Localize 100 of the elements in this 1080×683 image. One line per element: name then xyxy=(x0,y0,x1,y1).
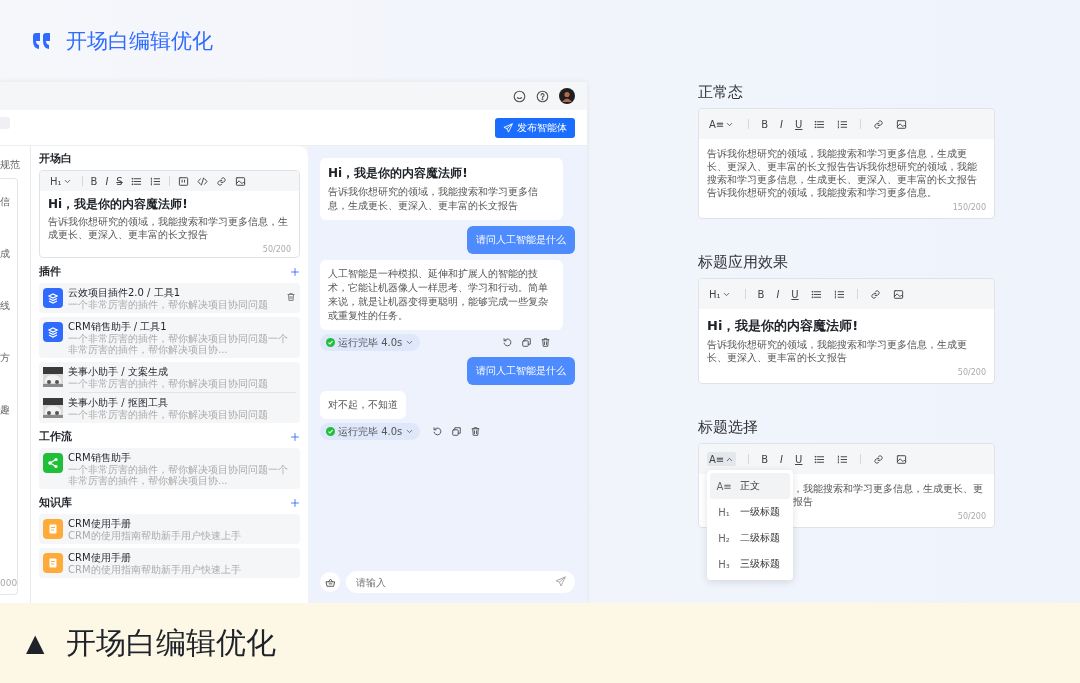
editor-text: 告诉我你想研究的领域，我能搜索和学习更多信息，生成更长、更深入、更丰富的长文报告 xyxy=(48,215,289,241)
copy-button[interactable] xyxy=(521,337,532,348)
underline-button[interactable]: U xyxy=(795,117,803,131)
menu-option[interactable]: A≡ 正文 xyxy=(710,473,790,499)
menu-option[interactable]: H₃ 三级标题 xyxy=(710,551,790,577)
send-icon xyxy=(503,122,513,133)
add-button[interactable] xyxy=(290,432,300,442)
link-button[interactable] xyxy=(869,287,881,301)
heading-style-selector[interactable]: H₁ xyxy=(48,174,74,188)
retry-button[interactable] xyxy=(432,426,444,437)
item-name: CRM使用手册 xyxy=(68,517,132,530)
message-input[interactable]: 请输入 xyxy=(346,571,575,593)
help-button[interactable] xyxy=(536,89,549,103)
plus-icon xyxy=(290,432,300,442)
side-text: 方 xyxy=(0,351,11,365)
section-title: 工作流 xyxy=(39,430,72,444)
link-button[interactable] xyxy=(215,174,227,188)
run-status-chip[interactable]: 运行完毕 4.0s xyxy=(320,423,421,440)
item-name: CRM销售助手 xyxy=(68,451,132,464)
toolbox-button[interactable] xyxy=(320,572,340,592)
add-button[interactable] xyxy=(290,498,300,508)
avatar[interactable] xyxy=(559,88,575,104)
chevron-down-icon xyxy=(405,427,415,436)
add-button[interactable] xyxy=(290,267,300,277)
bot-message: 对不起，不知道 xyxy=(320,391,406,419)
delete-button[interactable] xyxy=(286,292,296,302)
code-button[interactable] xyxy=(196,174,208,188)
share-nodes-icon xyxy=(43,453,63,473)
rich-text-editor[interactable]: H₁ B I U Hi，我是你的内容魔法师! 告诉我你想研究的领域，我能搜索和学习更多信息，生成更长、更深入、更丰富的长文报告 50/200 xyxy=(698,278,995,384)
bold-button[interactable]: B xyxy=(90,174,98,188)
heading-style-selector[interactable]: A≡ xyxy=(707,452,737,466)
document-icon xyxy=(43,519,63,539)
underline-button[interactable]: U xyxy=(795,452,803,466)
stack-icon xyxy=(43,322,63,342)
italic-button[interactable]: I xyxy=(780,452,784,466)
link-button[interactable] xyxy=(873,117,885,131)
opening-editor[interactable]: H₁ B I S Hi，我是你的内容魔法师! 告诉我你想研究的领域，我能搜索和学习更多信息，生成更长、更深入、更丰富的长文报告 50/200 xyxy=(39,170,300,258)
image-button[interactable] xyxy=(896,117,908,131)
numbered-button[interactable] xyxy=(837,452,849,466)
basket-icon xyxy=(324,576,336,588)
bold-button[interactable]: B xyxy=(761,117,769,131)
feedback-button[interactable] xyxy=(513,89,526,103)
editor-heading: Hi，我是你的内容魔法师! xyxy=(707,317,860,335)
code-icon xyxy=(196,175,208,187)
numbered-icon xyxy=(837,118,849,130)
delete-button[interactable] xyxy=(540,337,551,348)
image-icon xyxy=(896,453,908,465)
numbered-icon xyxy=(833,288,845,300)
smile-icon xyxy=(513,89,526,103)
rich-text-editor[interactable]: A≡ B I U 告诉我你想研究的领域，我能搜索和学习更多信息，生成更长、更深入、更丰富的长文报告告诉我你想研究的领域，我能搜索和学习更多信息，生成更长、更深入、更丰富的长文报告告诉我你想研究的领域，我能搜索和学习更多信息。 150/200 xyxy=(698,108,995,219)
trash-icon xyxy=(470,426,482,437)
heading-style-selector[interactable]: A≡ xyxy=(707,117,737,131)
retry-button[interactable] xyxy=(502,337,513,348)
publish-button[interactable]: 发布智能体 xyxy=(495,117,575,138)
underline-button[interactable]: U xyxy=(791,287,799,301)
check-icon xyxy=(326,427,335,436)
triangle-mark: ▲ xyxy=(26,629,45,657)
image-icon xyxy=(892,288,904,300)
run-status-chip[interactable]: 运行完毕 4.0s xyxy=(320,334,421,351)
link-button[interactable] xyxy=(873,452,885,466)
image-button[interactable] xyxy=(896,452,908,466)
section-title: 插件 xyxy=(39,265,61,279)
bold-button[interactable]: B xyxy=(757,287,765,301)
retry-icon xyxy=(432,426,444,437)
numbered-button[interactable] xyxy=(149,174,161,188)
side-label: 规范 xyxy=(0,158,21,172)
italic-button[interactable]: I xyxy=(780,117,784,131)
editor-text: 报告 xyxy=(793,495,814,508)
menu-option[interactable]: H₂ 二级标题 xyxy=(710,525,790,551)
copy-button[interactable] xyxy=(451,426,463,437)
heading-style-selector[interactable]: H₁ xyxy=(707,287,733,301)
plus-icon xyxy=(290,498,300,508)
image-button[interactable] xyxy=(234,174,246,188)
italic-button[interactable]: I xyxy=(105,174,109,188)
italic-button[interactable]: I xyxy=(776,287,780,301)
message-heading: Hi，我是你的内容魔法师! xyxy=(328,165,469,182)
retry-icon xyxy=(502,337,513,348)
quote-mark-icon xyxy=(32,33,52,49)
editor-heading: Hi，我是你的内容魔法师! xyxy=(48,196,189,213)
character-counter: 50/200 xyxy=(262,245,291,254)
numbered-icon xyxy=(149,175,161,187)
bold-button[interactable]: B xyxy=(761,452,769,466)
side-text: 线 xyxy=(0,299,11,313)
image-button[interactable] xyxy=(892,287,904,301)
bullet-icon xyxy=(130,175,142,187)
numbered-button[interactable] xyxy=(837,117,849,131)
bullet-icon xyxy=(814,453,826,465)
side-text: 信 xyxy=(0,195,11,209)
image-icon xyxy=(234,175,246,187)
item-name: CRM销售助手 / 工具1 xyxy=(68,320,168,333)
banner-title: 开场白编辑优化 xyxy=(66,623,277,662)
section-title: 开场白 xyxy=(39,152,73,166)
side-text: 成 xyxy=(0,247,11,261)
user-message: 请问人工智能是什么 xyxy=(467,226,575,254)
menu-option[interactable]: H₁ 一级标题 xyxy=(710,499,790,525)
item-name: CRM使用手册 xyxy=(68,551,132,564)
image-icon xyxy=(896,118,908,130)
strike-button[interactable]: S xyxy=(116,174,123,188)
delete-button[interactable] xyxy=(470,426,482,437)
numbered-button[interactable] xyxy=(833,287,845,301)
